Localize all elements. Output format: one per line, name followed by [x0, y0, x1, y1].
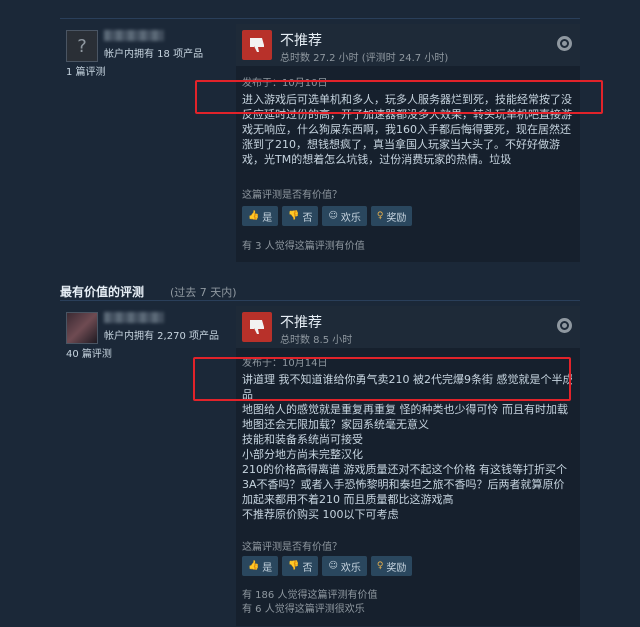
section-subtitle: (过去 7 天内) — [170, 286, 237, 299]
reviewer-name-blurred[interactable] — [104, 312, 164, 323]
award-icon: ♀ — [376, 211, 384, 221]
steam-icon — [557, 318, 572, 333]
review-text-line: 不推荐原价购买 100以下可考虑 — [242, 508, 399, 521]
funny-count: 有 6 人觉得这篇评测很欢乐 — [242, 604, 365, 615]
vote-yes-label: 是 — [262, 212, 273, 224]
helpful-count: 有 186 人觉得这篇评测有价值 — [242, 590, 378, 601]
review-text-line: 3A不香吗？或者入手恐怖黎明和泰坦之旅不香吗？后两者就算原价 — [242, 478, 565, 491]
smiley-icon: ☺ — [328, 561, 338, 571]
vote-no-label: 否 — [302, 562, 313, 574]
thumbs-down-icon — [242, 312, 272, 342]
user-avatar[interactable] — [66, 312, 98, 344]
playtime-hours: 总时数 27.2 小时 (评测时 24.7 小时) — [280, 53, 449, 64]
highlight-box — [193, 357, 571, 401]
review-text-line: 地图给人的感觉就是重复再重复 怪的种类也少得可怜 而且有时加载 — [242, 403, 568, 416]
award-button[interactable]: ♀ 奖励 — [370, 556, 413, 576]
helpful-question: 这篇评测是否有价值？ — [242, 190, 342, 201]
review-content: 不推荐 总时数 8.5 小时 发布于：10月14日 讲道理 我不知道谁给你勇气卖… — [236, 306, 580, 626]
vote-yes-button[interactable]: 👍 是 — [242, 206, 279, 226]
playtime-hours: 总时数 8.5 小时 — [280, 335, 353, 346]
reviewer-name-blurred[interactable] — [104, 30, 164, 41]
section-divider — [60, 300, 580, 301]
vote-buttons: 👍 是 👎 否 ☺ 欢乐 ♀ 奖励 — [242, 556, 413, 576]
review-card: ? 帐户内拥有 18 项产品 1 篇评测 不推荐 总时数 27.2 小时 (评测… — [60, 24, 580, 262]
award-label: 奖励 — [386, 562, 407, 574]
review-count[interactable]: 40 篇评测 — [66, 345, 112, 360]
review-text-line: 210的价格高得离谱 游戏质量还对不起这个价格 有这钱等打折买个 — [242, 463, 567, 476]
vote-no-label: 否 — [302, 212, 313, 224]
helpful-question: 这篇评测是否有价值？ — [242, 542, 342, 553]
review-text-line: 加起来都用不着210 而且质量都比这游戏高 — [242, 493, 454, 506]
review-text-line: 小部分地方尚未完整汉化 — [242, 448, 363, 461]
smiley-icon: ☺ — [328, 211, 338, 221]
verdict-label: 不推荐 — [280, 315, 322, 331]
review-count[interactable]: 1 篇评测 — [66, 63, 106, 78]
vote-funny-label: 欢乐 — [340, 212, 361, 224]
review-text-line: 戏，光TM的想着怎么坑钱，过份消费玩家的热情。垃圾 — [242, 153, 512, 166]
award-button[interactable]: ♀ 奖励 — [370, 206, 413, 226]
products-owned: 帐户内拥有 2,270 项产品 — [104, 331, 219, 342]
previous-review-edge — [60, 0, 580, 19]
vote-buttons: 👍 是 👎 否 ☺ 欢乐 ♀ 奖励 — [242, 206, 413, 226]
review-text-line: 地图还会无限加载？家园系统毫无意义 — [242, 418, 429, 431]
verdict-label: 不推荐 — [280, 33, 322, 49]
review-text-line: 戏无响应，什么狗屎东西啊，我160入手都后悔得要死，现在居然还 — [242, 123, 571, 136]
review-header: 不推荐 总时数 27.2 小时 (评测时 24.7 小时) — [236, 24, 580, 66]
vote-funny-button[interactable]: ☺ 欢乐 — [322, 206, 367, 226]
thumbs-down-icon — [242, 30, 272, 60]
vote-yes-button[interactable]: 👍 是 — [242, 556, 279, 576]
products-owned: 帐户内拥有 18 项产品 — [104, 49, 204, 60]
default-avatar[interactable]: ? — [66, 30, 98, 62]
vote-yes-label: 是 — [262, 562, 273, 574]
highlight-box — [195, 80, 603, 114]
section-title: 最有价值的评测 — [60, 285, 145, 299]
vote-funny-button[interactable]: ☺ 欢乐 — [322, 556, 367, 576]
award-label: 奖励 — [386, 212, 407, 224]
steam-icon — [557, 36, 572, 51]
review-header: 不推荐 总时数 8.5 小时 — [236, 306, 580, 348]
helpful-count: 有 3 人觉得这篇评测有价值 — [242, 241, 365, 252]
vote-no-button[interactable]: 👎 否 — [282, 556, 319, 576]
review-content: 不推荐 总时数 27.2 小时 (评测时 24.7 小时) 发布于：10月10日… — [236, 24, 580, 262]
review-card: 帐户内拥有 2,270 项产品 40 篇评测 不推荐 总时数 8.5 小时 发布… — [60, 306, 580, 626]
vote-funny-label: 欢乐 — [340, 562, 361, 574]
thumbs-down-small-icon: 👎 — [288, 561, 300, 571]
thumbs-up-icon: 👍 — [248, 561, 260, 571]
award-icon: ♀ — [376, 561, 384, 571]
thumbs-down-small-icon: 👎 — [288, 211, 300, 221]
review-text-line: 涨到了210，想钱想疯了，真当拿国人玩家当大头了。不好好做游 — [242, 138, 560, 151]
review-text-line: 技能和装备系统尚可接受 — [242, 433, 363, 446]
thumbs-up-icon: 👍 — [248, 211, 260, 221]
vote-no-button[interactable]: 👎 否 — [282, 206, 319, 226]
